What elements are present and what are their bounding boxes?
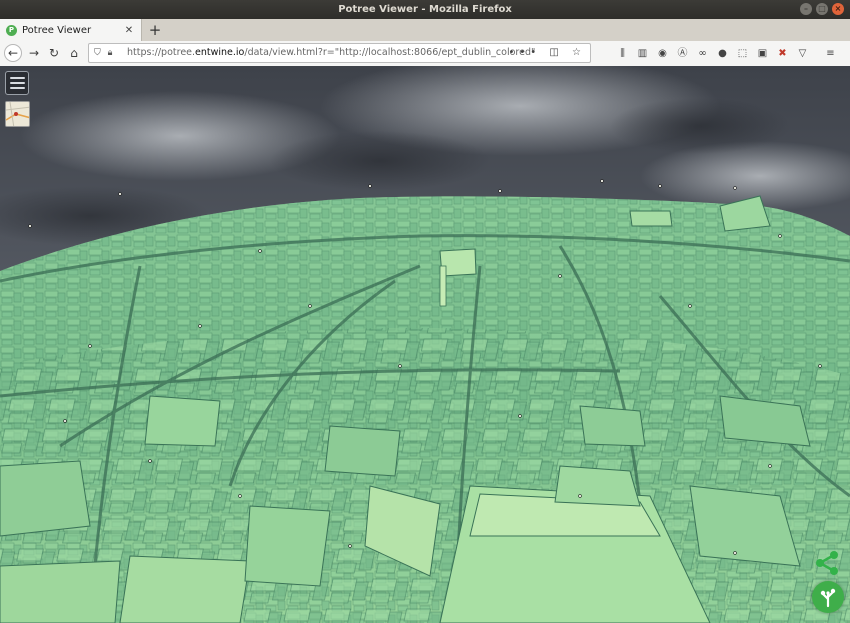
- map-toggle-button[interactable]: [5, 101, 30, 127]
- url-host: entwine.io: [195, 47, 245, 58]
- shield-icon[interactable]: ⛉: [94, 48, 101, 58]
- puzzle-icon[interactable]: ✖: [774, 45, 791, 62]
- potree-viewport[interactable]: [0, 66, 850, 623]
- share-icon[interactable]: [814, 550, 840, 576]
- window-titlebar: Potree Viewer - Mozilla Firefox – □ ×: [0, 0, 850, 19]
- url-bar[interactable]: ⛉ 🔒︎ https://potree.entwine.io/data/view…: [88, 43, 591, 63]
- screenshot-icon[interactable]: ⬚: [734, 45, 751, 62]
- account-icon[interactable]: ●: [714, 45, 731, 62]
- tab-potree-viewer[interactable]: P Potree Viewer ✕: [0, 19, 142, 41]
- url-path: /data/view.html?r="http://localhost:8066…: [244, 47, 536, 58]
- close-icon[interactable]: ×: [832, 3, 844, 15]
- new-tab-button[interactable]: +: [146, 20, 164, 40]
- menu-icon: [9, 77, 25, 79]
- tab-title: Potree Viewer: [22, 24, 92, 36]
- library-icon[interactable]: ⫼: [614, 45, 631, 62]
- url-security-icons: ⛉ 🔒︎: [94, 44, 112, 62]
- sync-icon[interactable]: ◉: [654, 45, 671, 62]
- forward-icon[interactable]: →: [25, 44, 43, 62]
- tracking-icon[interactable]: ▽: [794, 45, 811, 62]
- reload-icon[interactable]: ↻: [45, 44, 63, 62]
- back-icon[interactable]: ←: [4, 44, 22, 62]
- tab-strip: P Potree Viewer ✕ +: [0, 19, 850, 41]
- page-actions-button[interactable]: •••: [509, 47, 542, 58]
- minimize-icon[interactable]: –: [800, 3, 812, 15]
- url-actions: ••• ◫ ☆: [509, 44, 587, 62]
- extension-icon[interactable]: Ⓐ: [674, 45, 691, 62]
- sidebar-menu-button[interactable]: [5, 71, 29, 95]
- url-prefix: https://potree.: [127, 47, 196, 58]
- lock-icon[interactable]: 🔒︎: [108, 48, 113, 58]
- sunglasses-icon[interactable]: ∞: [694, 45, 711, 62]
- point-cloud-scene[interactable]: [0, 66, 850, 623]
- hamburger-menu-icon[interactable]: ≡: [822, 45, 839, 62]
- image-icon[interactable]: ▣: [754, 45, 771, 62]
- window-controls: – □ ×: [800, 3, 844, 15]
- tab-close-icon[interactable]: ✕: [123, 25, 135, 36]
- navigation-toolbar: ← → ↻ ⌂ ⛉ 🔒︎ https://potree.entwine.io/d…: [0, 41, 850, 67]
- sidebar-icon[interactable]: ▥: [634, 45, 651, 62]
- maximize-icon[interactable]: □: [816, 3, 828, 15]
- map-icon: [6, 102, 29, 126]
- pocket-icon[interactable]: ◫: [549, 47, 563, 58]
- potree-logo-icon[interactable]: [812, 581, 844, 613]
- home-icon[interactable]: ⌂: [65, 44, 83, 62]
- browser-toolbar-icons: ⫼ ▥ ◉ Ⓐ ∞ ● ⬚ ▣ ✖ ▽ ≡: [600, 41, 839, 66]
- bookmark-star-icon[interactable]: ☆: [572, 47, 586, 58]
- window-title: Potree Viewer - Mozilla Firefox: [338, 4, 512, 15]
- potree-icon: P: [6, 24, 17, 36]
- url-text[interactable]: https://potree.entwine.io/data/view.html…: [127, 44, 535, 62]
